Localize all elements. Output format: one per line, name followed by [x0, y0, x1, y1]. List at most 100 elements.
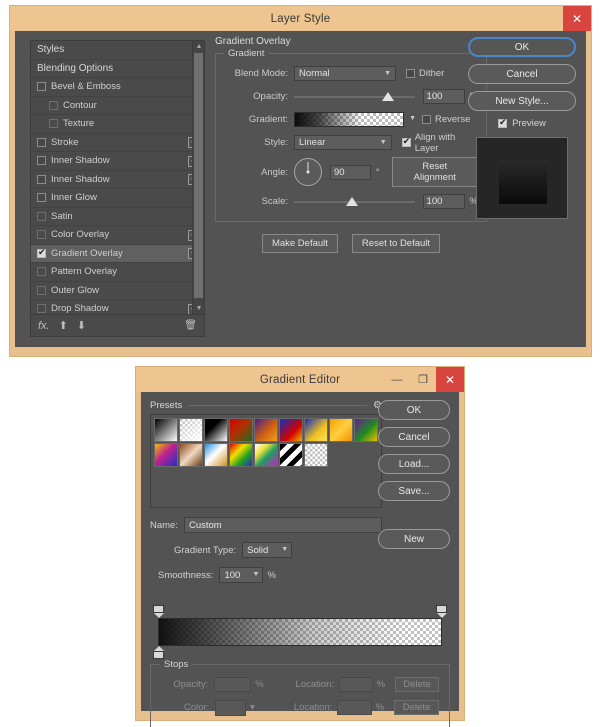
sidebar-item-blending-options[interactable]: Blending Options: [31, 60, 204, 78]
checkbox-color-overlay[interactable]: [37, 230, 46, 240]
preset-swatch[interactable]: [304, 443, 328, 467]
cancel-button[interactable]: Cancel: [468, 64, 576, 84]
presets-box[interactable]: [150, 414, 382, 508]
sidebar-item-satin[interactable]: Satin: [31, 208, 204, 226]
slider-knob[interactable]: [382, 92, 394, 101]
reset-to-default-button[interactable]: Reset to Default: [351, 234, 441, 253]
styles-list-scrollbar[interactable]: ▲ ▼: [192, 41, 204, 314]
arrow-down-icon[interactable]: ⬇: [77, 319, 86, 332]
minimize-icon[interactable]: —: [384, 367, 410, 392]
checkbox-texture[interactable]: [49, 119, 58, 129]
preset-swatch[interactable]: [179, 418, 203, 442]
gradient-type-select[interactable]: Solid ▼: [242, 542, 293, 558]
scroll-down-icon[interactable]: ▼: [195, 305, 203, 312]
stop-location-input-1[interactable]: [339, 677, 373, 692]
preset-swatch[interactable]: [254, 443, 278, 467]
sidebar-item-outer-glow[interactable]: Outer Glow: [31, 282, 204, 300]
make-default-button[interactable]: Make Default: [261, 234, 338, 253]
scroll-up-icon[interactable]: ▲: [195, 43, 203, 50]
delete-color-stop-button[interactable]: Delete: [394, 700, 439, 715]
close-icon[interactable]: ✕: [563, 6, 591, 31]
gradient-strip[interactable]: [158, 618, 442, 646]
sidebar-item-inner-shadow-1[interactable]: Inner Shadow +: [31, 152, 204, 171]
preset-swatch[interactable]: [229, 443, 253, 467]
cancel-button[interactable]: Cancel: [378, 427, 450, 447]
checkbox-gradient-overlay[interactable]: [37, 247, 46, 258]
preset-swatch[interactable]: [229, 418, 253, 442]
sidebar-item-pattern-overlay[interactable]: Pattern Overlay: [31, 263, 204, 282]
checkbox-outer-glow[interactable]: [37, 285, 46, 295]
load-button[interactable]: Load...: [378, 454, 450, 474]
checkbox-bevel-emboss[interactable]: [37, 82, 46, 92]
color-stop-left[interactable]: [153, 646, 164, 659]
checkbox-preview[interactable]: [498, 117, 508, 128]
sidebar-item-contour[interactable]: Contour: [31, 97, 204, 115]
align-with-layer-row[interactable]: Align with Layer: [401, 132, 478, 154]
scale-input[interactable]: 100: [422, 194, 465, 209]
sidebar-item-bevel-emboss[interactable]: Bevel & Emboss: [31, 78, 204, 97]
smoothness-select[interactable]: 100 ▼: [219, 567, 264, 583]
save-button[interactable]: Save...: [378, 481, 450, 501]
preset-swatch[interactable]: [204, 443, 228, 467]
blend-mode-select[interactable]: Normal ▼: [294, 66, 396, 81]
maximize-icon[interactable]: ❐: [410, 367, 436, 392]
checkbox-inner-shadow-2[interactable]: [37, 174, 46, 184]
preset-swatch[interactable]: [279, 443, 303, 467]
checkbox-satin[interactable]: [37, 211, 46, 221]
preset-swatch[interactable]: [329, 418, 353, 442]
sidebar-item-styles[interactable]: Styles: [31, 41, 204, 60]
opacity-stop-right[interactable]: [436, 605, 447, 618]
stop-color-swatch[interactable]: [215, 699, 246, 716]
sidebar-item-texture[interactable]: Texture: [31, 115, 204, 134]
checkbox-reverse[interactable]: [422, 115, 431, 124]
fx-icon[interactable]: fx.: [38, 320, 50, 332]
gradient-swatch[interactable]: ▼: [294, 112, 416, 127]
angle-dial[interactable]: [294, 158, 322, 186]
preset-swatch[interactable]: [179, 443, 203, 467]
stop-location-input-2[interactable]: [337, 700, 372, 715]
ok-button[interactable]: OK: [378, 400, 450, 420]
scrollbar-thumb[interactable]: [194, 53, 203, 298]
checkbox-contour[interactable]: [49, 100, 58, 110]
new-button[interactable]: New: [378, 529, 450, 549]
delete-opacity-stop-button[interactable]: Delete: [395, 677, 439, 692]
reverse-checkbox-row[interactable]: Reverse: [422, 114, 470, 125]
trash-icon[interactable]: 🗑: [184, 320, 197, 331]
angle-input[interactable]: 90: [330, 164, 371, 180]
preview-checkbox-row[interactable]: Preview: [468, 117, 576, 129]
checkbox-inner-shadow-1[interactable]: [37, 156, 46, 166]
preset-swatch[interactable]: [254, 418, 278, 442]
sidebar-item-drop-shadow[interactable]: Drop Shadow +: [31, 300, 204, 314]
slider-knob[interactable]: [346, 197, 358, 206]
new-style-button[interactable]: New Style...: [468, 91, 576, 111]
opacity-stop-left[interactable]: [153, 605, 164, 618]
sidebar-item-inner-shadow-2[interactable]: Inner Shadow +: [31, 171, 204, 189]
preset-swatch[interactable]: [154, 443, 178, 467]
dither-checkbox-row[interactable]: Dither: [406, 68, 444, 79]
stop-opacity-input[interactable]: [214, 677, 252, 692]
checkbox-dither[interactable]: [406, 69, 415, 78]
preset-swatch[interactable]: [204, 418, 228, 442]
name-input[interactable]: Custom: [183, 517, 382, 533]
checkbox-pattern-overlay[interactable]: [37, 267, 46, 277]
checkbox-drop-shadow[interactable]: [37, 304, 46, 314]
opacity-slider[interactable]: [294, 89, 415, 104]
preset-swatch[interactable]: [304, 418, 328, 442]
scale-slider[interactable]: [294, 194, 415, 209]
sidebar-item-gradient-overlay[interactable]: Gradient Overlay +: [31, 244, 204, 263]
checkbox-align-with-layer[interactable]: [401, 136, 411, 147]
checkbox-stroke[interactable]: [37, 137, 46, 147]
sidebar-item-inner-glow[interactable]: Inner Glow: [31, 189, 204, 208]
chevron-down-icon[interactable]: ▼: [409, 115, 416, 122]
sidebar-item-stroke[interactable]: Stroke +: [31, 134, 204, 152]
close-icon[interactable]: ✕: [436, 367, 464, 392]
preset-swatch[interactable]: [154, 418, 178, 442]
opacity-input[interactable]: 100: [422, 89, 465, 104]
preset-swatch[interactable]: [279, 418, 303, 442]
arrow-up-icon[interactable]: ⬆: [59, 319, 68, 332]
checkbox-inner-glow[interactable]: [37, 193, 46, 203]
sidebar-item-color-overlay[interactable]: Color Overlay +: [31, 226, 204, 245]
style-select[interactable]: Linear ▼: [294, 135, 392, 150]
preset-swatch[interactable]: [354, 418, 378, 442]
reset-alignment-button[interactable]: Reset Alignment: [391, 157, 478, 187]
